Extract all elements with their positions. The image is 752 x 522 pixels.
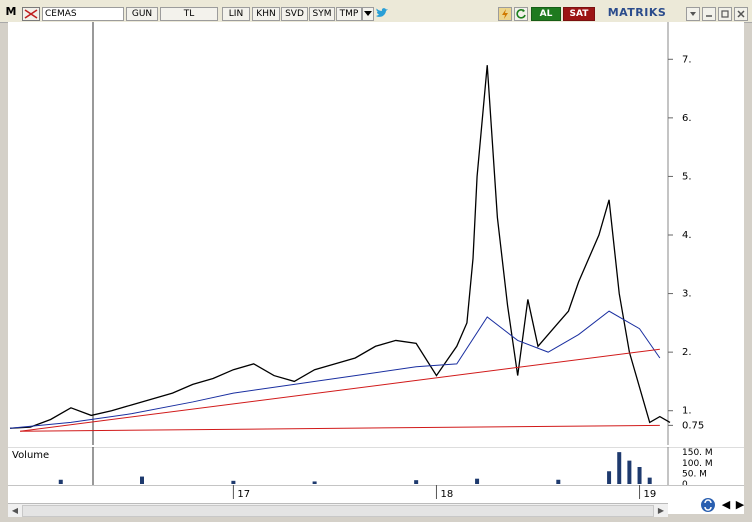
khn-button[interactable]: KHN (252, 7, 280, 21)
x-tick-label: 17 (237, 489, 250, 500)
sym-button[interactable]: SYM (309, 7, 335, 21)
price-pane[interactable]: 7. 6. 5. 4. 3. 2. 1. 0.75 (8, 22, 744, 445)
x-tick-label: 18 (440, 489, 453, 500)
volume-bar (617, 452, 622, 484)
volume-bar (312, 481, 317, 484)
brand-label: MATRIKS (607, 6, 667, 19)
app-logo: M (5, 5, 17, 18)
volume-bar (58, 479, 63, 484)
twitter-icon[interactable] (375, 7, 389, 21)
sell-button[interactable]: SAT (563, 7, 595, 21)
volume-bar (414, 480, 419, 484)
scroll-thumb[interactable] (22, 505, 654, 517)
tmp-button[interactable]: TMP (336, 7, 362, 21)
toolbar: M CEMAS GUN TL LIN KHN SVD SYM TMP AL SA… (0, 0, 752, 23)
volume-bar (556, 479, 561, 484)
crossed-checkbox-icon[interactable] (22, 7, 40, 21)
flash-icon[interactable] (498, 7, 512, 21)
volume-label: Volume (12, 450, 50, 461)
scale-button[interactable]: LIN (222, 7, 250, 21)
volume-bar (140, 476, 144, 484)
symbol-input[interactable]: CEMAS (42, 7, 124, 21)
y-tick-label: 4. (682, 230, 692, 241)
y-tick-label: 0.75 (682, 420, 704, 431)
buy-button[interactable]: AL (531, 7, 561, 21)
y-tick-label: 3. (682, 289, 692, 300)
volume-tick-label: 100. M (682, 459, 713, 469)
collapse-icon[interactable] (686, 7, 700, 21)
x-tick-label: 19 (644, 489, 657, 500)
dropdown-arrow-icon[interactable] (362, 7, 374, 21)
horizontal-scrollbar[interactable]: ◀ ▶ (8, 503, 668, 517)
svd-button[interactable]: SVD (281, 7, 308, 21)
volume-bar (647, 477, 652, 484)
scroll-prev-icon[interactable]: ◀ (720, 497, 732, 513)
volume-bar (231, 480, 236, 484)
close-icon[interactable] (734, 7, 748, 21)
scroll-right-icon[interactable]: ▶ (655, 505, 667, 516)
chart-area[interactable]: 7. 6. 5. 4. 3. 2. 1. 0.75 150. M 100. M 50. M 0. V… (8, 22, 744, 514)
minimize-icon[interactable] (702, 7, 716, 21)
scroll-next-icon[interactable]: ▶ (734, 497, 746, 513)
price-chart[interactable]: 7. 6. 5. 4. 3. 2. 1. 0.75 (8, 22, 744, 445)
y-tick-label: 5. (682, 171, 692, 182)
volume-bar (475, 478, 480, 484)
currency-button[interactable]: TL (160, 7, 218, 21)
period-button[interactable]: GUN (126, 7, 158, 21)
volume-bar (637, 467, 642, 484)
refresh-icon[interactable] (514, 7, 528, 21)
volume-tick-label: 50. M (682, 469, 707, 479)
volume-tick-label: 150. M (682, 448, 713, 458)
volume-chart[interactable]: 150. M100. M50. M0. (8, 446, 744, 490)
maximize-icon[interactable] (718, 7, 732, 21)
y-tick-label: 6. (682, 113, 692, 124)
y-tick-label: 7. (682, 54, 692, 65)
sync-icon[interactable] (700, 497, 716, 513)
scroll-left-icon[interactable]: ◀ (9, 505, 21, 516)
y-tick-label: 2. (682, 347, 692, 358)
y-tick-label: 1. (682, 406, 692, 417)
volume-pane[interactable]: 150. M 100. M 50. M 0. Volume (8, 446, 744, 490)
volume-bar (607, 471, 612, 484)
volume-bar (627, 460, 632, 484)
